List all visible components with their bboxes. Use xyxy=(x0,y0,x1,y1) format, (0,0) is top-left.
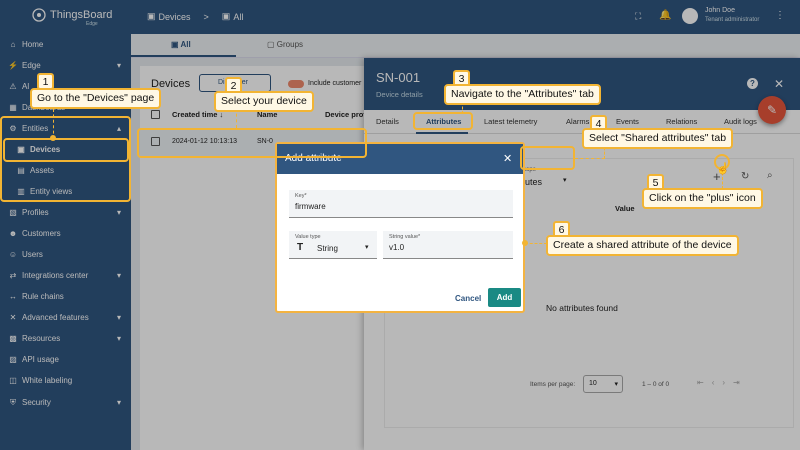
add-button[interactable]: Add xyxy=(488,288,521,307)
key-field[interactable]: Key* firmware xyxy=(289,190,513,218)
callout-4-connector xyxy=(575,158,605,159)
device-row-highlight xyxy=(137,128,367,158)
add-attribute-dialog: Add attribute ✕ Key* firmware Value type… xyxy=(275,142,525,313)
value-type-dropdown-icon: ▾ xyxy=(365,244,369,251)
callout-6-text: Create a shared attribute of the device xyxy=(546,235,739,256)
callout-2-text: Select your device xyxy=(214,91,314,112)
callout-5-text: Click on the "plus" icon xyxy=(642,188,763,209)
devices-highlight xyxy=(3,138,129,162)
string-value-field[interactable]: String value* v1.0 xyxy=(383,231,513,259)
value-type-select[interactable]: Value type T String ▾ xyxy=(289,231,377,259)
string-value-label: String value* xyxy=(389,234,421,240)
scope-highlight xyxy=(520,146,575,170)
callout-3-text: Navigate to the "Attributes" tab xyxy=(444,84,601,105)
attributes-tab-highlight xyxy=(413,112,473,130)
key-input[interactable]: firmware xyxy=(295,202,326,211)
cursor-hand-icon: ☝ xyxy=(716,163,730,175)
string-value-input[interactable]: v1.0 xyxy=(389,243,404,252)
callout-6-connector xyxy=(525,243,547,244)
cancel-button[interactable]: Cancel xyxy=(455,294,481,303)
callout-1-dot xyxy=(50,135,56,141)
callout-6-dot xyxy=(522,240,528,246)
key-label: Key* xyxy=(295,193,307,199)
value-type-value: String xyxy=(317,244,338,253)
text-type-icon: T xyxy=(297,242,304,253)
callout-4-text: Select "Shared attributes" tab xyxy=(582,128,734,149)
value-type-label: Value type xyxy=(295,234,321,240)
dialog-close-icon[interactable]: ✕ xyxy=(503,152,512,165)
callout-1-text: Go to the "Devices" page xyxy=(30,88,162,109)
